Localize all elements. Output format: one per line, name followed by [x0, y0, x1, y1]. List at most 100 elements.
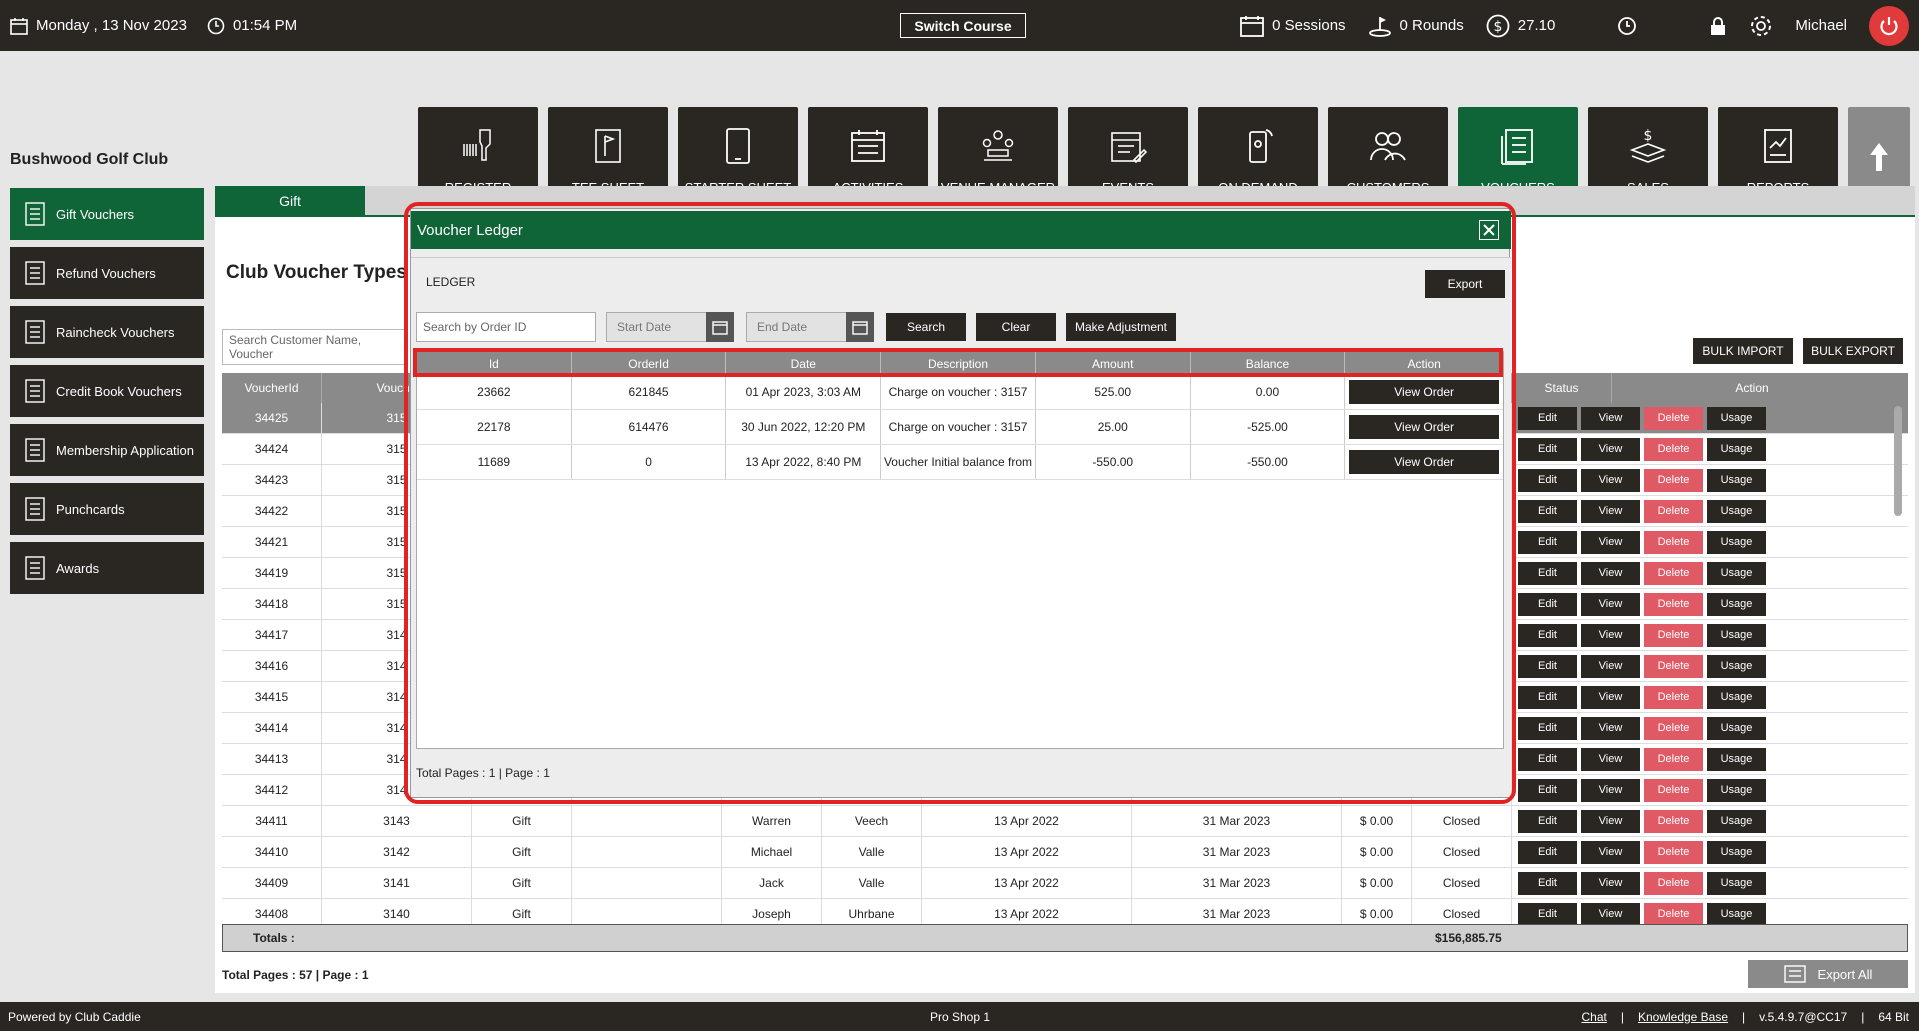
sessions-display[interactable]: 0 Sessions	[1240, 15, 1346, 37]
edit-button[interactable]: Edit	[1518, 840, 1577, 864]
usage-button[interactable]: Usage	[1707, 840, 1766, 864]
logout-button[interactable]	[1869, 5, 1909, 46]
view-button[interactable]: View	[1581, 654, 1640, 678]
view-button[interactable]: View	[1581, 871, 1640, 895]
view-order-button[interactable]: View Order	[1349, 450, 1500, 474]
ledger-export-button[interactable]: Export	[1425, 270, 1505, 298]
history-icon[interactable]	[1617, 16, 1637, 36]
view-button[interactable]: View	[1581, 623, 1640, 647]
view-button[interactable]: View	[1581, 778, 1640, 802]
view-button[interactable]: View	[1581, 437, 1640, 461]
delete-button[interactable]: Delete	[1644, 654, 1703, 678]
delete-button[interactable]: Delete	[1644, 623, 1703, 647]
edit-button[interactable]: Edit	[1518, 871, 1577, 895]
delete-button[interactable]: Delete	[1644, 902, 1703, 926]
usage-button[interactable]: Usage	[1707, 747, 1766, 771]
table-row[interactable]: 34409 3141 Gift Jack Valle 13 Apr 2022 31 Mar …	[222, 868, 1908, 899]
delete-button[interactable]: Delete	[1644, 716, 1703, 740]
delete-button[interactable]: Delete	[1644, 499, 1703, 523]
sidebar-item-credit-book-vouchers[interactable]: Credit Book Vouchers	[10, 365, 204, 417]
end-date-picker[interactable]	[846, 312, 874, 342]
usage-button[interactable]: Usage	[1707, 623, 1766, 647]
view-order-button[interactable]: View Order	[1349, 415, 1500, 439]
tab-gift[interactable]: Gift	[215, 186, 365, 216]
view-button[interactable]: View	[1581, 468, 1640, 492]
view-button[interactable]: View	[1581, 499, 1640, 523]
usage-button[interactable]: Usage	[1707, 685, 1766, 709]
usage-button[interactable]: Usage	[1707, 530, 1766, 554]
delete-button[interactable]: Delete	[1644, 685, 1703, 709]
usage-button[interactable]: Usage	[1707, 561, 1766, 585]
delete-button[interactable]: Delete	[1644, 778, 1703, 802]
delete-button[interactable]: Delete	[1644, 840, 1703, 864]
bulk-export-button[interactable]: BULK EXPORT	[1803, 338, 1903, 364]
edit-button[interactable]: Edit	[1518, 654, 1577, 678]
usage-button[interactable]: Usage	[1707, 468, 1766, 492]
usage-button[interactable]: Usage	[1707, 499, 1766, 523]
edit-button[interactable]: Edit	[1518, 902, 1577, 926]
rounds-display[interactable]: 0 Rounds	[1368, 15, 1464, 37]
table-row[interactable]: 34410 3142 Gift Michael Valle 13 Apr 2022 31 M…	[222, 837, 1908, 868]
usage-button[interactable]: Usage	[1707, 809, 1766, 833]
delete-button[interactable]: Delete	[1644, 437, 1703, 461]
usage-button[interactable]: Usage	[1707, 437, 1766, 461]
switch-course-button[interactable]: Switch Course	[900, 13, 1026, 38]
edit-button[interactable]: Edit	[1518, 437, 1577, 461]
sidebar-item-awards[interactable]: Awards	[10, 542, 204, 594]
balance-display[interactable]: $ 27.10	[1486, 14, 1555, 38]
delete-button[interactable]: Delete	[1644, 561, 1703, 585]
ledger-search-button[interactable]: Search	[886, 313, 966, 341]
delete-button[interactable]: Delete	[1644, 809, 1703, 833]
sidebar-item-raincheck-vouchers[interactable]: Raincheck Vouchers	[10, 306, 204, 358]
view-order-button[interactable]: View Order	[1349, 380, 1500, 404]
view-button[interactable]: View	[1581, 902, 1640, 926]
view-button[interactable]: View	[1581, 406, 1640, 430]
bulk-import-button[interactable]: BULK IMPORT	[1693, 338, 1793, 364]
col-voucherid[interactable]: VoucherId	[222, 373, 322, 403]
edit-button[interactable]: Edit	[1518, 561, 1577, 585]
order-id-search-input[interactable]: Search by Order ID	[416, 312, 596, 342]
delete-button[interactable]: Delete	[1644, 468, 1703, 492]
export-all-button[interactable]: Export All	[1748, 960, 1908, 988]
delete-button[interactable]: Delete	[1644, 406, 1703, 430]
edit-button[interactable]: Edit	[1518, 406, 1577, 430]
usage-button[interactable]: Usage	[1707, 654, 1766, 678]
view-button[interactable]: View	[1581, 592, 1640, 616]
customer-search-input[interactable]: Search Customer Name, Voucher	[222, 329, 408, 365]
user-name[interactable]: Michael	[1795, 17, 1847, 34]
edit-button[interactable]: Edit	[1518, 685, 1577, 709]
edit-button[interactable]: Edit	[1518, 747, 1577, 771]
edit-button[interactable]: Edit	[1518, 499, 1577, 523]
knowledge-base-link[interactable]: Knowledge Base	[1638, 1010, 1728, 1024]
sidebar-item-gift-vouchers[interactable]: Gift Vouchers	[10, 188, 204, 240]
view-button[interactable]: View	[1581, 685, 1640, 709]
edit-button[interactable]: Edit	[1518, 778, 1577, 802]
delete-button[interactable]: Delete	[1644, 592, 1703, 616]
sidebar-item-refund-vouchers[interactable]: Refund Vouchers	[10, 247, 204, 299]
view-button[interactable]: View	[1581, 747, 1640, 771]
lock-icon[interactable]	[1709, 16, 1727, 36]
usage-button[interactable]: Usage	[1707, 716, 1766, 740]
sidebar-item-membership-application[interactable]: Membership Application	[10, 424, 204, 476]
delete-button[interactable]: Delete	[1644, 871, 1703, 895]
table-row[interactable]: 34411 3143 Gift Warren Veech 13 Apr 2022 31 Ma…	[222, 806, 1908, 837]
edit-button[interactable]: Edit	[1518, 468, 1577, 492]
start-date-picker[interactable]	[706, 312, 734, 342]
ledger-clear-button[interactable]: Clear	[976, 313, 1056, 341]
table-scrollbar[interactable]	[1894, 406, 1902, 516]
edit-button[interactable]: Edit	[1518, 592, 1577, 616]
view-button[interactable]: View	[1581, 561, 1640, 585]
edit-button[interactable]: Edit	[1518, 809, 1577, 833]
view-button[interactable]: View	[1581, 840, 1640, 864]
usage-button[interactable]: Usage	[1707, 406, 1766, 430]
usage-button[interactable]: Usage	[1707, 902, 1766, 926]
edit-button[interactable]: Edit	[1518, 716, 1577, 740]
chat-link[interactable]: Chat	[1581, 1010, 1606, 1024]
usage-button[interactable]: Usage	[1707, 871, 1766, 895]
col-status[interactable]: Status	[1512, 373, 1612, 403]
edit-button[interactable]: Edit	[1518, 530, 1577, 554]
sidebar-item-punchcards[interactable]: Punchcards	[10, 483, 204, 535]
make-adjustment-button[interactable]: Make Adjustment	[1066, 313, 1176, 341]
edit-button[interactable]: Edit	[1518, 623, 1577, 647]
delete-button[interactable]: Delete	[1644, 747, 1703, 771]
